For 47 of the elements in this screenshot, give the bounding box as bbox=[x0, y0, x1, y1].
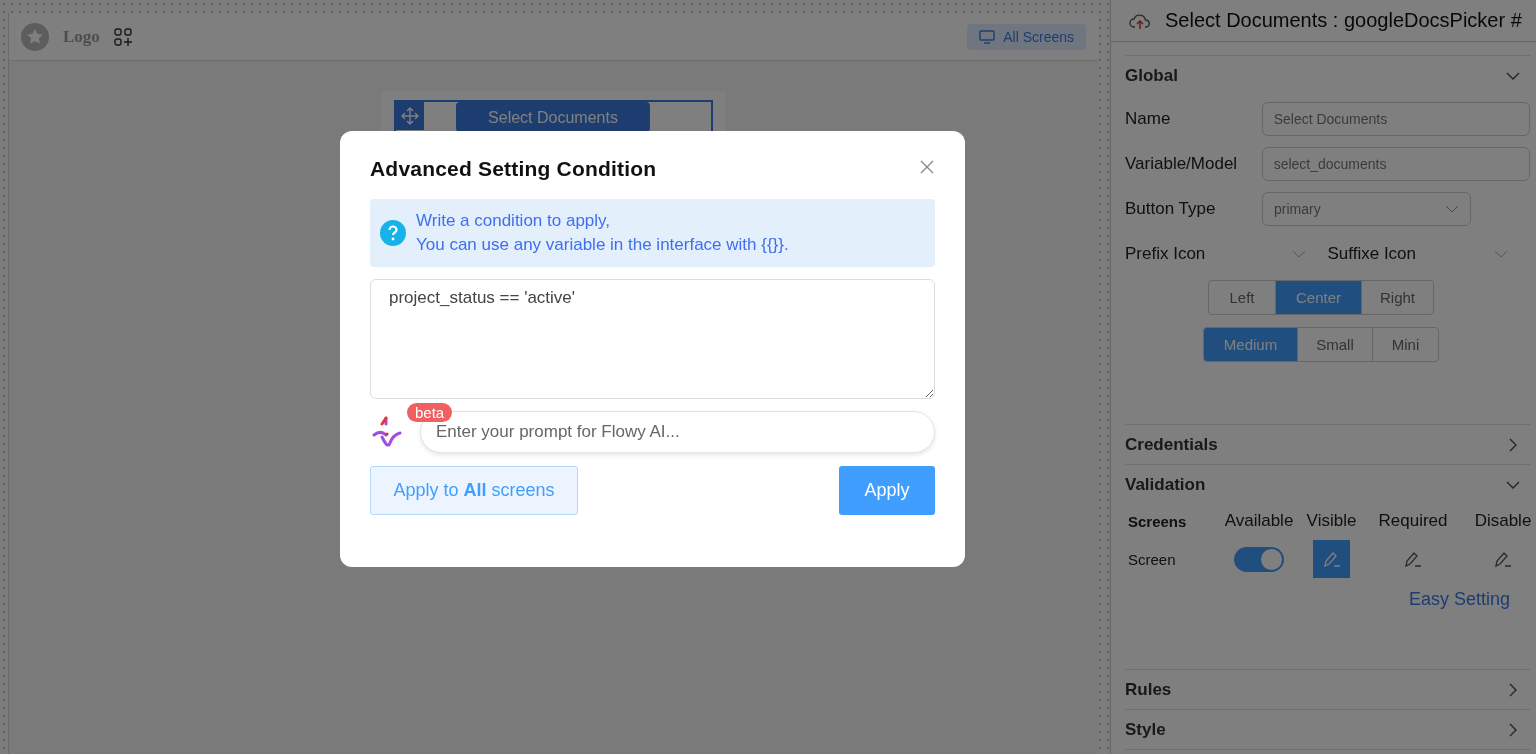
field-label: Variable/Model bbox=[1125, 153, 1239, 174]
column-header: Available bbox=[1223, 510, 1295, 532]
cloud-upload-icon bbox=[1129, 11, 1151, 30]
info-text: Write a condition to apply, You can use any variable in the interface with {{}}. bbox=[416, 210, 789, 256]
chevron-down-icon[interactable] bbox=[1445, 204, 1459, 213]
text-field[interactable]: Select Documents bbox=[1261, 101, 1530, 136]
chevron-down-icon[interactable] bbox=[1291, 249, 1306, 258]
chevron-down-icon[interactable] bbox=[1494, 249, 1508, 258]
section-title[interactable]: Global bbox=[1125, 66, 1178, 86]
column-header: Visible bbox=[1305, 510, 1358, 532]
panel-title: Select Documents : googleDocsPicker # bbox=[1165, 9, 1522, 32]
beta-badge: beta bbox=[407, 403, 453, 422]
section-title[interactable]: Credentials bbox=[1125, 434, 1218, 455]
modal-title: Advanced Setting Condition bbox=[370, 157, 657, 181]
edit-button[interactable] bbox=[1313, 540, 1350, 578]
move-icon[interactable] bbox=[401, 107, 419, 125]
column-header: Disable bbox=[1473, 510, 1533, 532]
alignment-option[interactable]: Right bbox=[1361, 280, 1434, 315]
alignment-option[interactable]: Left bbox=[1208, 280, 1276, 315]
text-field[interactable]: select_documents bbox=[1261, 146, 1530, 181]
alignment-option[interactable]: Center bbox=[1275, 280, 1362, 315]
question-icon bbox=[380, 220, 406, 246]
picker-label[interactable]: Prefix Icon bbox=[1125, 243, 1206, 264]
section-title[interactable]: Rules bbox=[1125, 679, 1172, 700]
field-label: Name bbox=[1125, 108, 1172, 129]
close-button[interactable] bbox=[919, 159, 935, 175]
apply-button[interactable]: Apply bbox=[839, 466, 935, 515]
add-widget-icon[interactable] bbox=[113, 27, 132, 46]
sparkle-icon bbox=[370, 415, 404, 449]
size-option[interactable]: Medium bbox=[1203, 327, 1298, 362]
size-option[interactable]: Small bbox=[1297, 327, 1373, 362]
select-field[interactable]: primary bbox=[1262, 191, 1471, 226]
screen-label: Screen bbox=[1128, 550, 1177, 568]
field-label: Button Type bbox=[1125, 198, 1217, 219]
toggle-switch[interactable] bbox=[1234, 546, 1284, 572]
section-title[interactable]: Validation bbox=[1125, 475, 1206, 495]
column-header: Required bbox=[1377, 510, 1449, 532]
apply-all-button[interactable]: Apply to All screens bbox=[370, 466, 578, 515]
all-screens-button[interactable]: All Screens bbox=[967, 23, 1086, 50]
size-option[interactable]: Mini bbox=[1372, 327, 1439, 362]
column-header: Screens bbox=[1128, 511, 1188, 532]
easy-setting-link[interactable]: Easy Setting bbox=[1125, 589, 1530, 669]
section-title[interactable]: Style bbox=[1125, 719, 1166, 740]
monitor-icon bbox=[979, 29, 996, 44]
select-documents-button[interactable]: Select Documents bbox=[456, 102, 650, 132]
condition-field[interactable]: project_status == 'active' bbox=[370, 279, 935, 399]
picker-label[interactable]: Suffixe Icon bbox=[1327, 243, 1417, 264]
